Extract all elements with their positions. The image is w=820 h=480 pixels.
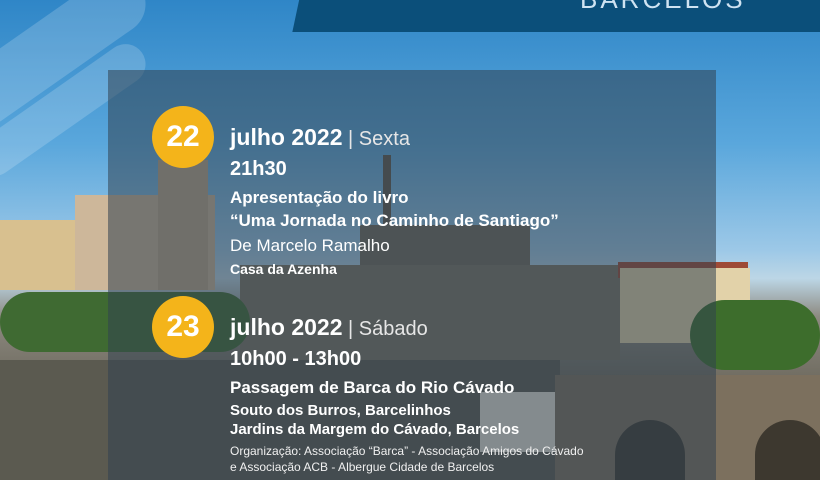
event-date: julho 2022 | Sexta (230, 124, 410, 151)
bridge-arch (755, 420, 820, 480)
event-organizer: Organização: Associação “Barca” - Associ… (230, 444, 584, 458)
event-time: 10h00 - 13h00 (230, 348, 362, 370)
weekday: Sexta (358, 128, 410, 150)
event-time: 21h30 (230, 158, 287, 180)
event-location: Jardins da Margem do Cávado, Barcelos (230, 421, 520, 438)
event-author: De Marcelo Ramalho (230, 236, 390, 255)
event-title: Apresentação do livro (230, 188, 409, 207)
event-venue: Casa da Azenha (230, 261, 337, 277)
event-date: julho 2022 | Sábado (230, 314, 428, 341)
building (0, 220, 78, 290)
event-title: “Uma Jornada no Caminho de Santiago” (230, 211, 559, 230)
event-title: Passagem de Barca do Rio Cávado (230, 378, 515, 397)
month-year: julho 2022 (230, 124, 343, 150)
brand-text: BARCELOS (580, 0, 746, 15)
day-badge: 22 (152, 106, 214, 168)
separator: | (342, 318, 359, 340)
weekday: Sábado (358, 318, 428, 340)
separator: | (342, 128, 359, 150)
month-year: julho 2022 (230, 314, 343, 340)
event-location: Souto dos Burros, Barcelinhos (230, 402, 451, 419)
day-badge: 23 (152, 296, 214, 358)
event-organizer: e Associação ACB - Albergue Cidade de Ba… (230, 460, 495, 474)
